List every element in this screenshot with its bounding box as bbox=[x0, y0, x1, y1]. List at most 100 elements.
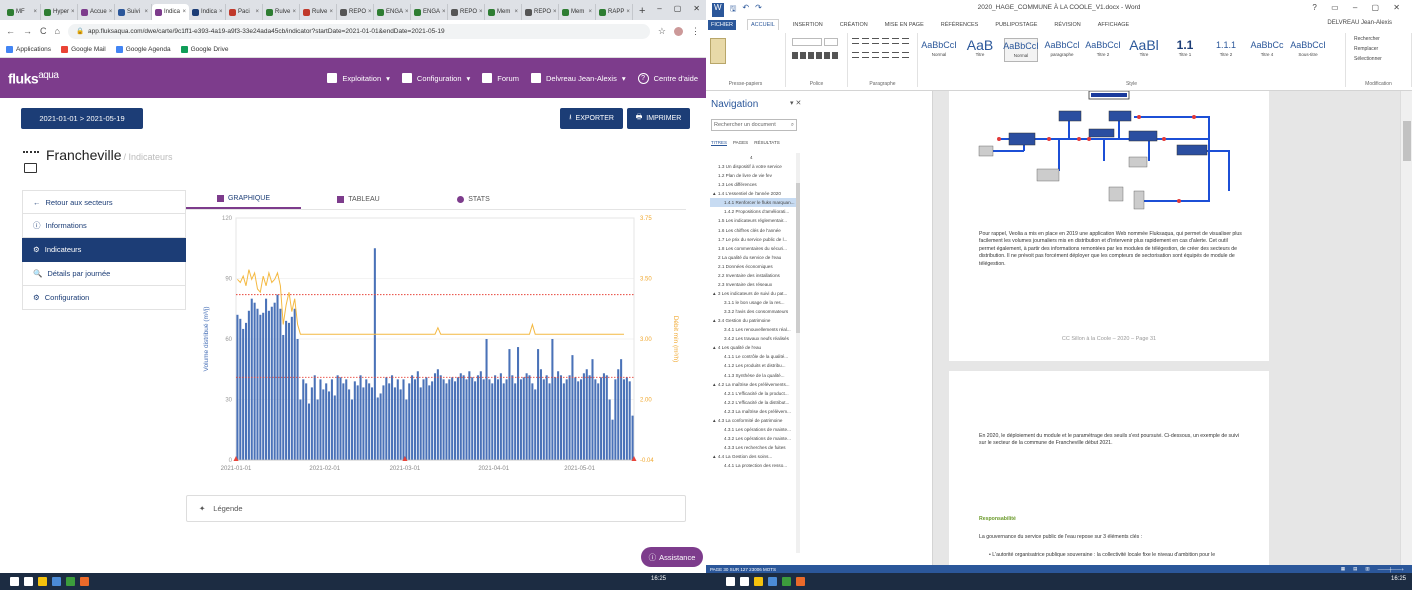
close-icon[interactable]: × bbox=[479, 9, 483, 15]
style-gallery-item[interactable]: AaBbCcI Normal bbox=[1003, 38, 1039, 62]
browser-tab[interactable]: Suivi × bbox=[115, 4, 152, 20]
close-icon[interactable]: ▾ ✕ bbox=[790, 99, 801, 107]
font-size-select[interactable] bbox=[824, 38, 838, 46]
close-icon[interactable]: × bbox=[71, 9, 75, 15]
nav-heading-item[interactable]: 3.4.2 Les travaux neufs réalisés bbox=[710, 334, 800, 343]
nav-heading-item[interactable]: 3.3.2 l'avis des consommateurs bbox=[710, 307, 800, 316]
document-scrollbar[interactable] bbox=[1400, 91, 1412, 565]
bullets-button[interactable] bbox=[852, 38, 859, 44]
style-gallery-item[interactable]: AaBbCcI Titre 2 bbox=[1085, 38, 1121, 62]
browser-tab[interactable]: Hyper × bbox=[41, 4, 78, 20]
browser-tab[interactable]: Rulve × bbox=[263, 4, 300, 20]
document-canvas[interactable]: Pour rappel, Veolia a mis en place en 20… bbox=[933, 91, 1400, 565]
web-layout-icon[interactable]: ▥ bbox=[1365, 566, 1369, 572]
nav-heading-item[interactable]: 2.2 Inventaire des installations bbox=[710, 271, 800, 280]
close-icon[interactable]: × bbox=[405, 9, 409, 15]
bold-button[interactable] bbox=[792, 52, 798, 59]
sort-button[interactable] bbox=[902, 38, 909, 44]
ribbon-tab[interactable]: RÉFÉRENCES bbox=[938, 20, 982, 30]
nav-forum[interactable]: Forum bbox=[482, 73, 519, 83]
read-mode-icon[interactable]: ▦ bbox=[1341, 566, 1345, 572]
sidebar-item[interactable]: 🔍 Détails par journée bbox=[22, 262, 186, 286]
back-icon[interactable]: ← bbox=[6, 26, 15, 36]
nav-heading-item[interactable]: 1.3 Un dispositif à votre service bbox=[710, 162, 800, 171]
strikethrough-button[interactable] bbox=[816, 52, 822, 59]
nav-heading-item[interactable]: 1.4.1 Renforcer le fluks marquan... bbox=[710, 198, 800, 208]
nav-heading-item[interactable]: 1.6 Les chiffres clés de l'année bbox=[710, 226, 800, 235]
excel-icon[interactable] bbox=[66, 577, 75, 586]
nav-pane-tab[interactable]: RÉSULTATS bbox=[754, 140, 780, 146]
browser-tab[interactable]: Paci × bbox=[226, 4, 263, 20]
search-icon[interactable] bbox=[740, 577, 749, 586]
align-left-button[interactable] bbox=[862, 52, 869, 58]
nav-heading-item[interactable]: ▲ 3.4 Gestion du patrimoine bbox=[710, 316, 800, 325]
word-window-controls[interactable]: ? ▭ – ▢ ✕ bbox=[1312, 3, 1406, 12]
browser-tab[interactable]: ENGA × bbox=[411, 4, 448, 20]
legend-panel[interactable]: ✦ Légende bbox=[186, 495, 686, 522]
close-icon[interactable]: × bbox=[109, 9, 113, 15]
file-explorer-icon[interactable] bbox=[38, 577, 47, 586]
chrome-icon[interactable] bbox=[80, 577, 89, 586]
outdent-button[interactable] bbox=[882, 38, 889, 44]
file-explorer-icon[interactable] bbox=[754, 577, 763, 586]
line-spacing-button[interactable] bbox=[902, 52, 909, 58]
style-gallery-item[interactable]: AaBbCcI Normal bbox=[921, 38, 957, 62]
nav-heading-item[interactable]: ▲ 4 Les qualité de l'eau bbox=[710, 343, 800, 352]
nav-heading-item[interactable]: 4.2.3 La maîtrise des prélèvem... bbox=[710, 407, 800, 416]
close-window-button[interactable]: ✕ bbox=[693, 4, 700, 13]
browser-tab[interactable]: Indica × bbox=[152, 4, 189, 20]
ribbon-tab[interactable]: ACCUEIL bbox=[747, 19, 779, 30]
nav-heading-item[interactable]: ▲ 1.4 L'essentiel de l'année 2020 bbox=[710, 189, 800, 198]
sidebar-item[interactable]: ← Retour aux secteurs bbox=[22, 190, 186, 214]
bookmark-item[interactable]: Google Agenda bbox=[115, 46, 171, 53]
browser-tab[interactable]: Accue × bbox=[78, 4, 115, 20]
browser-tab[interactable]: ENGA × bbox=[374, 4, 411, 20]
style-gallery-item[interactable]: AaB Titre bbox=[963, 37, 997, 62]
nav-heading-item[interactable]: 4.2.2 L'efficacité de la distribut... bbox=[710, 398, 800, 407]
store-icon[interactable] bbox=[52, 577, 61, 586]
editing-0[interactable]: Rechercher bbox=[1354, 36, 1380, 42]
nav-heading-item[interactable]: 3.1.1 le bon usage de la res... bbox=[710, 298, 800, 307]
ribbon-tab[interactable]: AFFICHAGE bbox=[1095, 20, 1132, 30]
search-icon[interactable] bbox=[24, 577, 33, 586]
style-gallery-item[interactable]: AaBbCcI Sous-titre bbox=[1290, 38, 1326, 62]
font-name-select[interactable] bbox=[792, 38, 822, 46]
tab-tableau[interactable]: TABLEAU bbox=[301, 190, 416, 209]
print-layout-icon[interactable]: ▤ bbox=[1353, 566, 1357, 572]
close-icon[interactable]: × bbox=[588, 9, 592, 15]
subscript-button[interactable] bbox=[824, 52, 830, 59]
nav-heading-item[interactable]: 4.1.2 Les produits et distribu... bbox=[710, 361, 800, 370]
reload-icon[interactable]: C bbox=[40, 26, 47, 36]
new-tab-button[interactable]: + bbox=[639, 5, 645, 17]
center-button[interactable] bbox=[872, 52, 879, 58]
nav-user-menu[interactable]: Delvreau Jean-Alexis ▾ bbox=[530, 73, 626, 83]
nav-pane-tab[interactable]: PAGES bbox=[733, 140, 748, 146]
underline-button[interactable] bbox=[808, 52, 814, 59]
nav-heading-item[interactable]: 2.1 Données économiques bbox=[710, 262, 800, 271]
nav-heading-item[interactable]: ▲ 3 Les indicateurs de suivi du pat... bbox=[710, 289, 800, 298]
close-icon[interactable]: × bbox=[514, 9, 518, 15]
nav-heading-item[interactable]: 1.5 Les indicateurs réglementair... bbox=[710, 216, 800, 225]
nav-heading-item[interactable]: 2.3 Inventaire des réseaux bbox=[710, 280, 800, 289]
nav-heading-item[interactable]: 4.4.1 La protection des resso... bbox=[710, 461, 800, 470]
maximize-button[interactable]: ▢ bbox=[674, 4, 682, 13]
indicator-chart[interactable]: 0 30 60 90 120 -0.04 2.00 3.00 3.50 3.75 Volume di… bbox=[186, 210, 686, 482]
browser-tab[interactable]: Indica × bbox=[189, 4, 226, 20]
close-icon[interactable]: × bbox=[292, 9, 296, 15]
forward-icon[interactable]: → bbox=[23, 26, 32, 36]
bookmark-item[interactable]: Applications bbox=[6, 46, 51, 53]
start-icon[interactable] bbox=[10, 577, 19, 586]
zoom-slider[interactable]: –——┼——+ bbox=[1378, 567, 1404, 572]
nav-heading-item[interactable]: 4.2.1 L'efficacité de la product... bbox=[710, 389, 800, 398]
nav-heading-item[interactable]: 1.2 Plan de livre de vie fev bbox=[710, 171, 800, 180]
close-icon[interactable]: × bbox=[144, 9, 148, 15]
ribbon-tab[interactable]: MISE EN PAGE bbox=[882, 20, 927, 30]
nav-heading-item[interactable]: 1.4.2 Propositions d'améliorati... bbox=[710, 207, 800, 216]
nav-heading-item[interactable]: ▲ 4.3 La conformité de patrimoine bbox=[710, 416, 800, 425]
nav-heading-item[interactable]: 4.3.2 Les opérations de mainte... bbox=[710, 434, 800, 443]
browser-tab[interactable]: Mem × bbox=[559, 4, 596, 20]
browser-tab[interactable]: REPO × bbox=[448, 4, 485, 20]
home-icon[interactable]: ⌂ bbox=[55, 26, 60, 36]
nav-heading-item[interactable]: ▲ 4.4 La Gestion des soins... bbox=[710, 452, 800, 461]
align-right-button[interactable] bbox=[882, 52, 889, 58]
